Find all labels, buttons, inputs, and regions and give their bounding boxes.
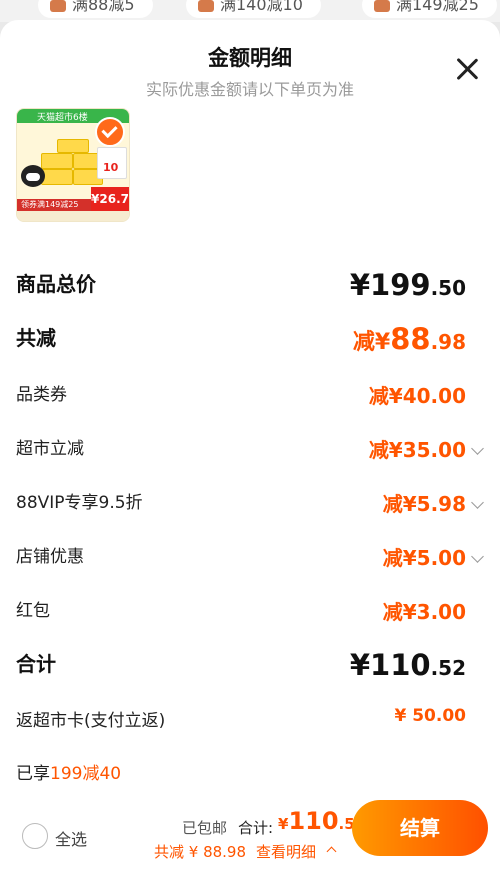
- sheet-title: 金额明细: [208, 46, 292, 70]
- product-thumbnail[interactable]: 天猫超市6楼 10 领券满149减25 ¥26.7: [16, 108, 130, 222]
- coupon-chip[interactable]: 满149减25: [362, 0, 497, 18]
- category-coupon-value: 减¥40.00: [368, 384, 466, 408]
- bottom-bar: 全选 已包邮 合计: ¥110.52 共减 ¥ 88.98 查看明细 结算: [0, 792, 500, 864]
- card-return-value: ¥ 50.00: [394, 706, 466, 726]
- row-supermarket-discount[interactable]: 超市立减 减¥35.00: [16, 434, 484, 474]
- product-price: ¥26.7: [91, 187, 129, 211]
- coupon-icon: [50, 0, 66, 12]
- product-small-mark: 10: [103, 161, 119, 174]
- bottom-total-label: 合计:: [238, 819, 274, 837]
- subtotal-label: 合计: [16, 652, 56, 676]
- card-return-label: 返超市卡(支付立返): [16, 711, 166, 731]
- product-box: [41, 169, 73, 185]
- product-promo-banner: 领券满149减25: [17, 199, 95, 211]
- chevron-down-icon[interactable]: [471, 496, 484, 509]
- chevron-up-icon[interactable]: [326, 846, 337, 857]
- selected-check-icon[interactable]: [95, 117, 125, 147]
- row-vip-discount[interactable]: 88VIP专享9.5折 减¥5.98: [16, 488, 484, 528]
- enjoyed-highlight: 199减40: [50, 764, 122, 784]
- row-total-discount: 共减 减¥88.98: [16, 322, 466, 362]
- vip-discount-value: 减¥5.98: [382, 492, 466, 516]
- close-icon[interactable]: [454, 56, 480, 82]
- product-top-text: 天猫超市6楼: [37, 113, 88, 123]
- total-price-label: 商品总价: [16, 272, 96, 296]
- red-packet-label: 红包: [16, 601, 50, 621]
- tmall-cat-face: [26, 173, 40, 181]
- coupon-icon: [374, 0, 390, 12]
- red-packet-value: 减¥3.00: [382, 600, 466, 624]
- row-card-return: 返超市卡(支付立返) ¥ 50.00: [16, 706, 466, 746]
- coupon-strip: 满88减5 满140减10 满149减25: [0, 0, 500, 22]
- product-box: [57, 139, 89, 153]
- sheet-subtitle: 实际优惠金额请以下单页为准: [145, 80, 354, 99]
- row-category-coupon: 品类券 减¥40.00: [16, 380, 466, 420]
- shipping-label: 已包邮: [182, 819, 228, 837]
- saved-amount: 共减 ¥ 88.98: [154, 843, 247, 861]
- product-box: [41, 153, 73, 169]
- product-footer: [17, 211, 129, 221]
- row-total-price: 商品总价 ¥199.50: [16, 268, 466, 308]
- select-all-radio[interactable]: [22, 823, 48, 849]
- row-shop-discount[interactable]: 店铺优惠 减¥5.00: [16, 542, 484, 582]
- amount-detail-sheet: 金额明细 实际优惠金额请以下单页为准 天猫超市6楼 10 领券满149减25 ¥…: [0, 20, 500, 884]
- coupon-chip[interactable]: 满88减5: [38, 0, 153, 18]
- row-subtotal: 合计 ¥110.52: [16, 648, 466, 688]
- subtotal-value: ¥110.52: [349, 648, 466, 682]
- shop-discount-label: 店铺优惠: [16, 547, 84, 567]
- chevron-down-icon[interactable]: [471, 442, 484, 455]
- shop-discount-value: 减¥5.00: [382, 546, 466, 570]
- select-all-label[interactable]: 全选: [55, 826, 87, 850]
- coupon-icon: [198, 0, 214, 12]
- supermarket-discount-value: 减¥35.00: [368, 438, 466, 462]
- enjoyed-promo: 已享199减40: [16, 764, 122, 784]
- chevron-down-icon[interactable]: [471, 550, 484, 563]
- row-red-packet: 红包 减¥3.00: [16, 596, 466, 636]
- view-detail-link[interactable]: 查看明细: [256, 841, 316, 862]
- coupon-chip[interactable]: 满140减10: [186, 0, 321, 18]
- total-discount-label: 共减: [16, 326, 56, 350]
- vip-discount-label: 88VIP专享9.5折: [16, 493, 143, 513]
- total-discount-value: 减¥88.98: [352, 322, 466, 356]
- category-coupon-label: 品类券: [16, 385, 67, 405]
- supermarket-discount-label: 超市立减: [16, 439, 84, 459]
- total-price-value: ¥199.50: [349, 268, 466, 302]
- checkout-button[interactable]: 结算: [352, 800, 488, 856]
